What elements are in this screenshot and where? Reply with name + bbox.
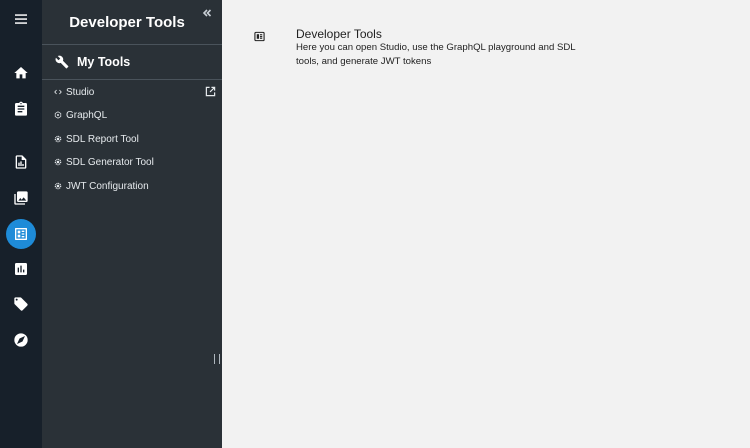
rail-reports-button[interactable] [6, 147, 36, 177]
menu-button[interactable] [6, 4, 36, 34]
sidebar-item-studio[interactable]: Studio [42, 81, 222, 103]
page-title: Developer Tools [296, 27, 382, 41]
icon-rail [0, 0, 42, 448]
wrench-icon [55, 55, 69, 69]
sidebar-section-label: My Tools [77, 55, 131, 69]
sidebar-item-sdl-generator-tool[interactable]: SDL Generator Tool [42, 151, 222, 173]
sidebar-item-jwt-configuration[interactable]: JWT Configuration [42, 175, 222, 197]
page-description: Here you can open Studio, use the GraphQ… [296, 42, 576, 67]
rail-media-button[interactable] [6, 183, 36, 213]
sidebar-item-label: Studio [66, 86, 95, 98]
double-chevron-left-icon [202, 9, 212, 17]
photo-library-icon [14, 191, 28, 205]
rail-analytics-button[interactable] [6, 254, 36, 284]
app-window: Developer Tools My Tools Studio GraphQL [0, 0, 750, 448]
home-icon [14, 67, 28, 79]
document-chart-icon [15, 155, 27, 169]
graphql-icon [53, 111, 62, 120]
sidebar-item-label: GraphQL [66, 109, 108, 121]
rail-home-button[interactable] [6, 58, 36, 88]
rail-tasks-button[interactable] [6, 94, 36, 124]
rail-explore-button[interactable] [6, 325, 36, 355]
rail-developer-button[interactable] [6, 219, 36, 249]
compass-icon [14, 333, 28, 347]
sidebar-item-label: SDL Generator Tool [66, 156, 154, 168]
clipboard-icon [15, 101, 27, 116]
sidebar-divider [42, 79, 222, 80]
sidebar-title: Developer Tools [69, 13, 185, 31]
sidebar-item-sdl-report-tool[interactable]: SDL Report Tool [42, 128, 222, 150]
sidebar-item-label: JWT Configuration [66, 180, 149, 192]
tag-icon [14, 297, 28, 311]
tools-sidebar: Developer Tools My Tools Studio GraphQL [42, 0, 222, 448]
gear-icon [53, 135, 62, 144]
developer-board-icon [15, 228, 27, 240]
rail-tags-button[interactable] [6, 289, 36, 319]
sidebar-item-graphql[interactable]: GraphQL [42, 104, 222, 126]
main-content: Developer Tools Here you can open Studio… [222, 0, 750, 448]
menu-icon [15, 14, 27, 24]
gear-icon [53, 182, 62, 191]
sidebar-section-my-tools[interactable]: My Tools [42, 45, 222, 79]
sidebar-item-label: SDL Report Tool [66, 133, 139, 145]
open-in-new-icon [205, 86, 216, 97]
bar-chart-icon [15, 263, 27, 275]
code-icon [53, 88, 62, 97]
collapse-sidebar-button[interactable] [200, 6, 214, 20]
sidebar-resize-handle[interactable] [214, 354, 220, 366]
gear-icon [53, 158, 62, 167]
developer-board-icon [254, 29, 265, 42]
open-external-button[interactable] [205, 86, 216, 97]
